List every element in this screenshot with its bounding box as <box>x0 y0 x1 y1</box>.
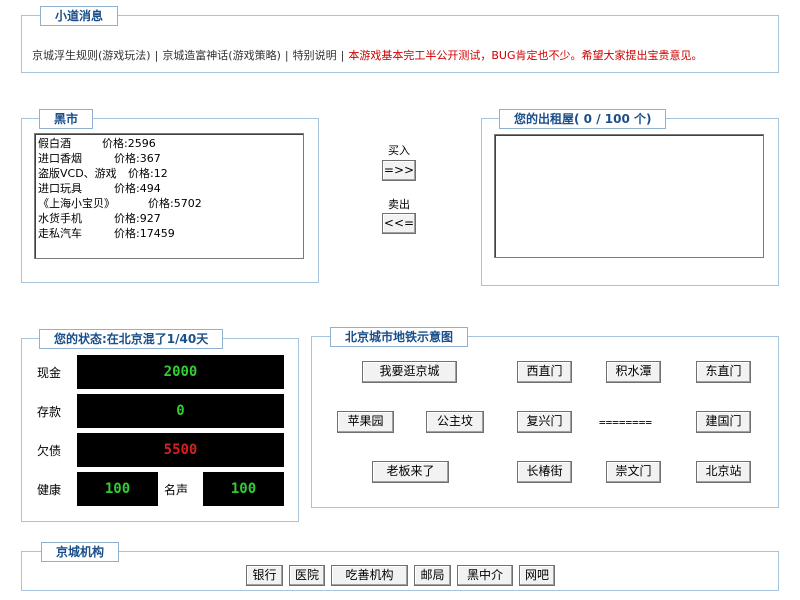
market-item[interactable]: 进口香烟 价格:367 <box>38 151 300 166</box>
item-name: 《上海小宝贝》 <box>38 197 115 210</box>
item-price: 2596 <box>127 137 156 150</box>
item-price: 12 <box>153 167 168 180</box>
rules-link[interactable]: 京城浮生规则(游戏玩法) <box>32 49 151 62</box>
cash-label: 现金 <box>37 366 62 380</box>
market-item[interactable]: 水货手机 价格:927 <box>38 211 300 226</box>
special-notes-link[interactable]: 特别说明 <box>293 49 337 62</box>
status-title: 您的状态:在北京混了1/40天 <box>39 329 224 349</box>
item-name: 走私汽车 <box>38 227 82 240</box>
market-item[interactable]: 进口玩具 价格:494 <box>38 181 300 196</box>
item-name: 假白酒 <box>38 137 71 150</box>
station-dongzhimen[interactable]: 东直门 <box>696 361 751 383</box>
fame-value: 100 <box>203 472 284 506</box>
station-jianguomen[interactable]: 建国门 <box>696 411 751 433</box>
item-price-label: 价格: <box>148 197 174 210</box>
black-agency-button[interactable]: 黑中介 <box>457 565 513 586</box>
buy-label: 买入 <box>388 144 410 157</box>
item-price-label: 价格: <box>102 137 128 150</box>
fame-label: 名声 <box>164 483 189 497</box>
market-item[interactable]: 《上海小宝贝》 价格:5702 <box>38 196 300 211</box>
item-price-label: 价格: <box>114 152 140 165</box>
rental-title: 您的出租屋( 0 / 100 个) <box>499 109 667 129</box>
item-price: 367 <box>139 152 161 165</box>
separator: | <box>154 49 159 62</box>
rental-panel: 您的出租屋( 0 / 100 个) <box>481 109 779 286</box>
subway-title: 北京城市地铁示意图 <box>330 327 469 347</box>
post-office-button[interactable]: 邮局 <box>414 565 451 586</box>
market-item[interactable]: 假白酒 价格:2596 <box>38 136 300 151</box>
institutions-title: 京城机构 <box>41 542 120 562</box>
news-title: 小道消息 <box>40 6 119 26</box>
institutions-panel: 京城机构 银行 医院 吃善机构 邮局 黑中介 网吧 <box>21 542 779 591</box>
station-jishuitan[interactable]: 积水潭 <box>606 361 661 383</box>
debt-value: 5500 <box>77 433 284 467</box>
cash-value: 2000 <box>77 355 284 389</box>
subway-panel: 北京城市地铁示意图 我要逛京城 西直门 积水潭 东直门 苹果园 公主坟 复兴门 … <box>311 327 779 508</box>
item-name: 进口香烟 <box>38 152 82 165</box>
separator: | <box>340 49 345 62</box>
subway-line: ======== <box>599 416 652 429</box>
item-price: 5702 <box>173 197 202 210</box>
item-price: 927 <box>139 212 161 225</box>
charity-button[interactable]: 吃善机构 <box>331 565 408 586</box>
internet-cafe-button[interactable]: 网吧 <box>519 565 555 586</box>
bank-button[interactable]: 银行 <box>246 565 283 586</box>
item-price-label: 价格: <box>114 212 140 225</box>
item-name: 盗版VCD、游戏 <box>38 167 117 180</box>
sell-label: 卖出 <box>388 198 410 211</box>
buy-button[interactable]: =>> <box>382 160 416 181</box>
item-price-label: 价格: <box>114 227 140 240</box>
item-price-label: 价格: <box>128 167 154 180</box>
deposit-value: 0 <box>77 394 284 428</box>
market-item-list[interactable]: 假白酒 价格:2596 进口香烟 价格:367 盗版VCD、游戏 价格:12 进口玩具 价格:… <box>34 133 304 259</box>
black-market-title: 黑市 <box>39 109 94 129</box>
deposit-label: 存款 <box>37 405 62 419</box>
health-label: 健康 <box>37 483 62 497</box>
health-value: 100 <box>77 472 158 506</box>
station-xizhimen[interactable]: 西直门 <box>517 361 572 383</box>
black-market-panel: 黑市 假白酒 价格:2596 进口香烟 价格:367 盗版VCD、游戏 价格:12 进口玩具… <box>21 109 319 283</box>
item-price: 17459 <box>139 227 175 240</box>
item-price-label: 价格: <box>114 182 140 195</box>
debt-label: 欠债 <box>37 444 62 458</box>
market-item[interactable]: 盗版VCD、游戏 价格:12 <box>38 166 300 181</box>
station-beijingzhan[interactable]: 北京站 <box>696 461 751 483</box>
market-item[interactable]: 走私汽车 价格:17459 <box>38 226 300 241</box>
test-notice: 本游戏基本完工半公开测试，BUG肯定也不少。希望大家提出宝贵意见。 <box>348 49 703 62</box>
strategy-link[interactable]: 京城造富神话(游戏策略) <box>162 49 281 62</box>
news-panel: 小道消息 京城浮生规则(游戏玩法) | 京城造富神话(游戏策略) | 特别说明 | 本游戏基… <box>21 6 779 73</box>
station-changchunjie[interactable]: 长椿街 <box>517 461 572 483</box>
hospital-button[interactable]: 医院 <box>289 565 325 586</box>
station-pingguoyuan[interactable]: 苹果园 <box>337 411 394 433</box>
news-line: 京城浮生规则(游戏玩法) | 京城造富神话(游戏策略) | 特别说明 | 本游戏基本完工半公… <box>32 47 702 63</box>
rental-item-list[interactable] <box>494 134 764 258</box>
station-gongzhufen[interactable]: 公主坟 <box>426 411 484 433</box>
separator: | <box>284 49 289 62</box>
item-name: 水货手机 <box>38 212 82 225</box>
item-price: 494 <box>139 182 161 195</box>
station-fuxingmen[interactable]: 复兴门 <box>517 411 572 433</box>
status-panel: 您的状态:在北京混了1/40天 现金 2000 存款 0 欠债 5500 健康 … <box>21 329 299 522</box>
station-chongwenmen[interactable]: 崇文门 <box>606 461 661 483</box>
stroll-city-button[interactable]: 我要逛京城 <box>362 361 457 383</box>
sell-button[interactable]: <<= <box>382 213 416 234</box>
boss-coming-button[interactable]: 老板来了 <box>372 461 449 483</box>
item-name: 进口玩具 <box>38 182 82 195</box>
